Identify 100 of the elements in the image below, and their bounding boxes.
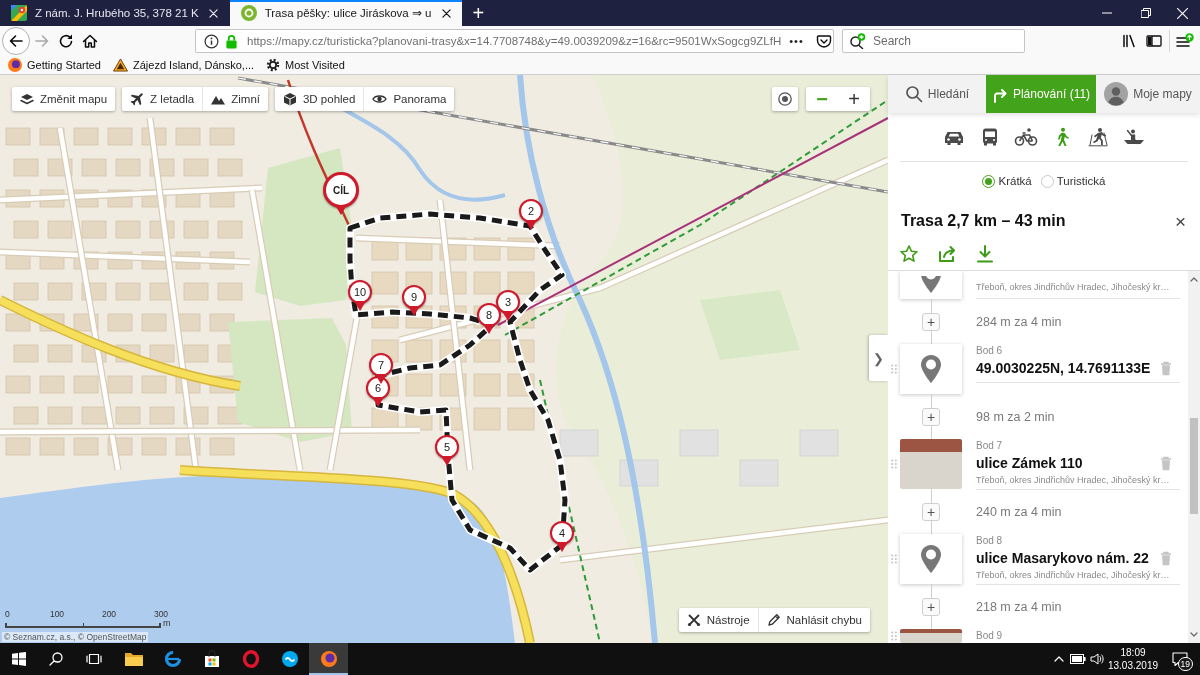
- folder-icon: [123, 651, 144, 667]
- drag-handle-icon: [891, 631, 897, 641]
- library-icon: [1122, 33, 1138, 49]
- map-view-button[interactable]: Zimní: [202, 87, 268, 111]
- layers-icon: [20, 92, 34, 106]
- notification-count: 19: [1177, 657, 1193, 671]
- close-button[interactable]: ×: [1174, 211, 1186, 231]
- panel-tab[interactable]: Hledání: [888, 75, 986, 113]
- canoe-icon: [1122, 127, 1146, 147]
- radio-button[interactable]: [1040, 174, 1054, 188]
- close-icon: [441, 8, 451, 18]
- sidebar-icon: [1146, 33, 1162, 49]
- share-button[interactable]: [937, 244, 957, 264]
- task-view-icon: [86, 652, 102, 666]
- share-icon: [937, 244, 957, 264]
- waypoint-address: Třeboň, okres Jindřichův Hradec, Jihočeský kr…: [976, 474, 1171, 486]
- target-icon: [777, 91, 793, 107]
- bookmark-item[interactable]: Zájezd Island, Dánsko,...: [113, 58, 255, 72]
- drag-handle-icon: [891, 554, 897, 564]
- menu-icon: [1176, 33, 1194, 49]
- add-waypoint-button[interactable]: +: [922, 407, 940, 426]
- route-type-option[interactable]: Krátká: [982, 174, 1032, 188]
- waypoint-address: Třeboň, okres Jindřichův Hradec, Jihočeský kr…: [976, 569, 1171, 581]
- trash-icon: [1160, 550, 1172, 566]
- drag-handle-icon: [891, 459, 897, 469]
- address-bar[interactable]: https://mapy.cz/turisticka?planovani-trasy&x=14.7708748&y=49.0039209&z=16&rc=9501WxSogcg9ZLfH •••: [195, 29, 834, 53]
- route-title: Trasa 2,7 km – 43 min: [901, 212, 1066, 230]
- forward-arrow-icon: [34, 33, 50, 49]
- add-waypoint-button[interactable]: +: [922, 502, 940, 521]
- segment-distance: 98 m za 2 min: [976, 409, 1055, 424]
- notifications-button[interactable]: 19: [1160, 643, 1200, 675]
- map-icon: [11, 5, 27, 21]
- url-text: https://mapy.cz/turisticka?planovani-trasy&x=14.7708748&y=49.0039209&z=16&rc=9501WxSogcg9ZLfH: [247, 35, 782, 47]
- scale-label: 100: [48, 609, 66, 619]
- pin-icon: [920, 544, 942, 574]
- zoom-in-button[interactable]: +: [838, 87, 870, 111]
- travel-mode-button[interactable]: [1014, 126, 1038, 148]
- close-icon: [209, 8, 219, 18]
- map-view-button[interactable]: 3D pohled: [274, 87, 364, 111]
- speaker-icon: [1089, 653, 1104, 665]
- info-icon: [204, 33, 219, 49]
- skier-icon: [1086, 127, 1110, 147]
- waypoint-label: Bod 6: [976, 344, 1004, 357]
- browser-tab[interactable]: Trasa pěšky: ulice Jiráskova ⇒ u: [229, 0, 463, 26]
- waypoint-title: 49.0030225N, 14.7691133E: [976, 360, 1151, 376]
- star-icon: [899, 244, 919, 264]
- download-icon: [975, 244, 995, 264]
- close-tab-button[interactable]: [439, 6, 454, 20]
- windows-logo-icon: [11, 652, 26, 666]
- bookmark-item[interactable]: Getting Started: [8, 58, 101, 72]
- map-view-button[interactable]: Z letadla: [122, 87, 203, 111]
- photo-placeholder: [900, 439, 962, 489]
- reload-icon: [58, 33, 74, 49]
- back-arrow-icon: [8, 33, 24, 49]
- travel-mode-button[interactable]: [1086, 126, 1110, 148]
- search-icon: [904, 85, 923, 103]
- browser-tab[interactable]: Z nám. J. Hrubého 35, 378 21 K: [0, 0, 230, 26]
- star-button[interactable]: [899, 244, 919, 264]
- pin-icon: [920, 354, 942, 384]
- radio-button[interactable]: [982, 174, 996, 188]
- taskbar-app-button[interactable]: [309, 643, 348, 675]
- bicycle-icon: [1014, 127, 1038, 147]
- trash-icon: [1160, 360, 1172, 376]
- scale-label: 200: [100, 609, 118, 619]
- pencil-icon: [766, 613, 781, 627]
- map-view-button[interactable]: Panorama: [363, 87, 455, 111]
- scrollbar[interactable]: [1188, 271, 1200, 643]
- waypoint-address: Třeboň, okres Jindřichův Hradec, Jihočeský kr…: [976, 281, 1171, 293]
- airplane-icon: [130, 92, 145, 106]
- chevron-down-icon[interactable]: [1190, 632, 1198, 638]
- search-icon: [849, 33, 867, 49]
- waypoint-label: Bod 9: [976, 629, 1004, 642]
- add-waypoint-button[interactable]: +: [922, 597, 940, 616]
- logo-icon: [8, 58, 22, 72]
- search-field[interactable]: Search: [842, 29, 1025, 53]
- panel-tab[interactable]: Moje mapy: [1096, 75, 1200, 113]
- map-view-button[interactable]: Změnit mapu: [12, 87, 116, 111]
- avatar-icon: [1104, 82, 1129, 106]
- trash-icon: [1160, 455, 1172, 471]
- scale-label: 300: [152, 609, 170, 619]
- map-tool-button[interactable]: Nástroje: [678, 608, 758, 632]
- waypoint-title: ulice Masarykovo nám. 22: [976, 550, 1149, 566]
- close-icon: [1177, 7, 1188, 19]
- map-attribution: © Seznam.cz, a.s., © OpenStreetMap: [2, 632, 149, 642]
- page-actions-button[interactable]: •••: [787, 35, 806, 47]
- scrollbar-thumb[interactable]: [1190, 418, 1198, 514]
- download-button[interactable]: [975, 244, 995, 264]
- cube-icon: [282, 92, 297, 106]
- chevron-up-icon[interactable]: [1190, 276, 1198, 282]
- gear-icon: [266, 58, 281, 72]
- map-tool-button[interactable]: Nahlásit chybu: [757, 608, 870, 632]
- close-tab-button[interactable]: [206, 6, 221, 20]
- wave-icon: [280, 650, 299, 668]
- add-waypoint-button[interactable]: +: [922, 312, 940, 331]
- back-button[interactable]: [2, 27, 30, 55]
- panel-toggle-button[interactable]: ❯: [869, 335, 888, 381]
- new-tab-button[interactable]: +: [462, 0, 495, 26]
- route-type-option[interactable]: Turistická: [1040, 174, 1106, 188]
- bookmark-item[interactable]: Most Visited: [266, 58, 345, 72]
- eye-icon: [372, 92, 388, 106]
